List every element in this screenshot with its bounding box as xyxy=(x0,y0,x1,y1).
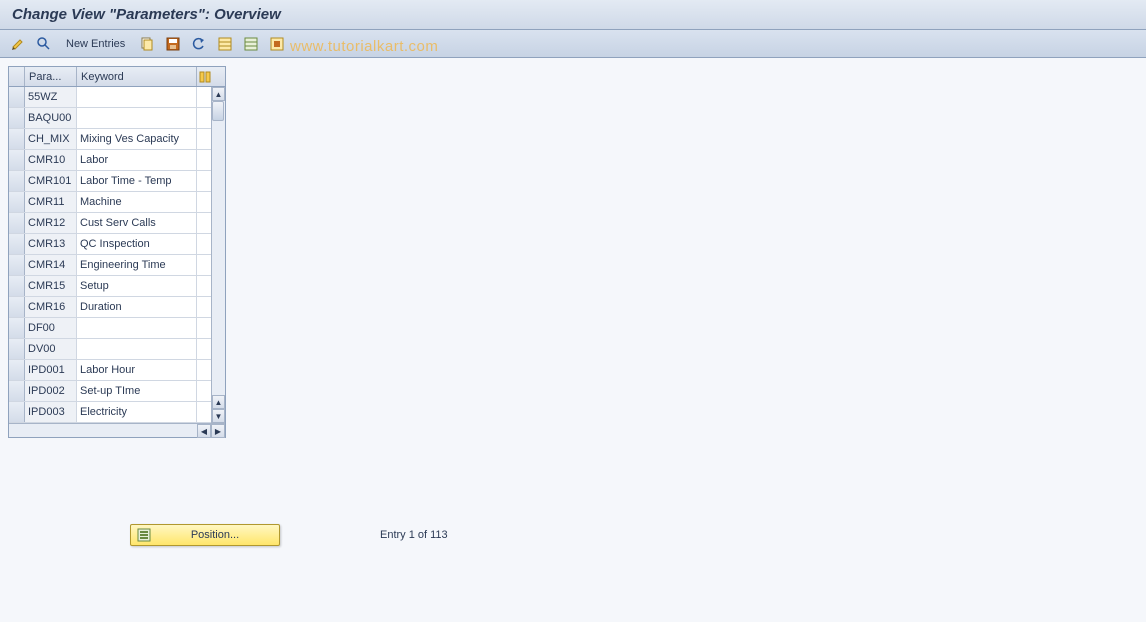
table-row: BAQU00 xyxy=(9,108,225,129)
cell-keyword[interactable]: Labor Time - Temp xyxy=(77,171,197,191)
cell-param[interactable]: CMR10 xyxy=(25,150,77,170)
cell-param[interactable]: DF00 xyxy=(25,318,77,338)
table-row: IPD002Set-up TIme xyxy=(9,381,225,402)
row-selector[interactable] xyxy=(9,192,25,212)
row-selector[interactable] xyxy=(9,108,25,128)
position-label: Position... xyxy=(157,529,273,541)
parameters-table: Para... Keyword 55WZBAQU00CH_MIXMixing V… xyxy=(8,66,226,438)
cell-keyword[interactable]: Labor xyxy=(77,150,197,170)
table-row: DF00 xyxy=(9,318,225,339)
table-row: 55WZ xyxy=(9,87,225,108)
cell-keyword[interactable]: QC Inspection xyxy=(77,234,197,254)
cell-keyword[interactable]: Set-up TIme xyxy=(77,381,197,401)
cell-param[interactable]: CMR16 xyxy=(25,297,77,317)
row-selector[interactable] xyxy=(9,255,25,275)
row-selector[interactable] xyxy=(9,150,25,170)
find-icon[interactable] xyxy=(34,34,54,54)
footer: Position... Entry 1 of 113 xyxy=(130,524,448,546)
table-row: CMR13QC Inspection xyxy=(9,234,225,255)
table-row: IPD003Electricity xyxy=(9,402,225,423)
cell-param[interactable]: CMR11 xyxy=(25,192,77,212)
cell-param[interactable]: DV00 xyxy=(25,339,77,359)
column-header-keyword[interactable]: Keyword xyxy=(77,67,197,86)
cell-keyword[interactable]: Mixing Ves Capacity xyxy=(77,129,197,149)
row-selector[interactable] xyxy=(9,297,25,317)
cell-param[interactable]: CMR101 xyxy=(25,171,77,191)
scroll-track[interactable] xyxy=(212,101,225,395)
horizontal-scrollbar[interactable]: ◀ ▶ xyxy=(9,423,225,437)
cell-param[interactable]: IPD001 xyxy=(25,360,77,380)
cell-param[interactable]: 55WZ xyxy=(25,87,77,107)
table-row: CMR14Engineering Time xyxy=(9,255,225,276)
scroll-up-icon[interactable]: ▲ xyxy=(212,87,225,101)
row-selector[interactable] xyxy=(9,402,25,422)
scroll-up-page-icon[interactable]: ▲ xyxy=(212,395,225,409)
undo-icon[interactable] xyxy=(189,34,209,54)
toolbar: New Entries xyxy=(0,30,1146,58)
table-row: CMR15Setup xyxy=(9,276,225,297)
cell-param[interactable]: IPD003 xyxy=(25,402,77,422)
row-selector[interactable] xyxy=(9,234,25,254)
row-selector[interactable] xyxy=(9,381,25,401)
cell-param[interactable]: BAQU00 xyxy=(25,108,77,128)
row-selector[interactable] xyxy=(9,318,25,338)
cell-param[interactable]: CMR12 xyxy=(25,213,77,233)
table-config-icon[interactable] xyxy=(197,67,213,86)
cell-param[interactable]: IPD002 xyxy=(25,381,77,401)
select-all-column[interactable] xyxy=(9,67,25,86)
table-row: IPD001Labor Hour xyxy=(9,360,225,381)
table-row: CMR11Machine xyxy=(9,192,225,213)
delimit-icon[interactable] xyxy=(267,34,287,54)
cell-keyword[interactable]: Machine xyxy=(77,192,197,212)
row-selector[interactable] xyxy=(9,213,25,233)
cell-keyword[interactable]: Engineering Time xyxy=(77,255,197,275)
cell-keyword[interactable]: Duration xyxy=(77,297,197,317)
column-header-param[interactable]: Para... xyxy=(25,67,77,86)
cell-keyword[interactable] xyxy=(77,108,197,128)
table-row: CMR101Labor Time - Temp xyxy=(9,171,225,192)
table-row: DV00 xyxy=(9,339,225,360)
position-button[interactable]: Position... xyxy=(130,524,280,546)
cell-keyword[interactable] xyxy=(77,318,197,338)
deselect-all-icon[interactable] xyxy=(241,34,261,54)
new-entries-button[interactable]: New Entries xyxy=(60,36,131,52)
row-selector[interactable] xyxy=(9,129,25,149)
cell-param[interactable]: CMR13 xyxy=(25,234,77,254)
page-title: Change View "Parameters": Overview xyxy=(0,0,1146,30)
cell-param[interactable]: CMR14 xyxy=(25,255,77,275)
table-row: CMR16Duration xyxy=(9,297,225,318)
table-body: 55WZBAQU00CH_MIXMixing Ves CapacityCMR10… xyxy=(9,87,225,423)
cell-keyword[interactable]: Cust Serv Calls xyxy=(77,213,197,233)
position-icon xyxy=(137,528,151,542)
table-row: CH_MIXMixing Ves Capacity xyxy=(9,129,225,150)
cell-keyword[interactable]: Electricity xyxy=(77,402,197,422)
entry-status: Entry 1 of 113 xyxy=(380,529,448,541)
select-all-icon[interactable] xyxy=(215,34,235,54)
copy-icon[interactable] xyxy=(137,34,157,54)
row-selector[interactable] xyxy=(9,360,25,380)
row-selector[interactable] xyxy=(9,339,25,359)
row-selector[interactable] xyxy=(9,276,25,296)
scroll-down-icon[interactable]: ▼ xyxy=(212,409,225,423)
change-display-icon[interactable] xyxy=(8,34,28,54)
vertical-scrollbar[interactable]: ▲ ▲ ▼ xyxy=(211,87,225,423)
scroll-thumb[interactable] xyxy=(212,101,224,121)
row-selector[interactable] xyxy=(9,87,25,107)
table-row: CMR10Labor xyxy=(9,150,225,171)
cell-keyword[interactable]: Setup xyxy=(77,276,197,296)
cell-keyword[interactable] xyxy=(77,339,197,359)
row-selector[interactable] xyxy=(9,171,25,191)
cell-keyword[interactable] xyxy=(77,87,197,107)
cell-param[interactable]: CH_MIX xyxy=(25,129,77,149)
save-icon[interactable] xyxy=(163,34,183,54)
cell-param[interactable]: CMR15 xyxy=(25,276,77,296)
cell-keyword[interactable]: Labor Hour xyxy=(77,360,197,380)
table-header: Para... Keyword xyxy=(9,67,225,87)
scroll-left-icon[interactable]: ◀ xyxy=(197,424,211,438)
table-row: CMR12Cust Serv Calls xyxy=(9,213,225,234)
scroll-right-icon[interactable]: ▶ xyxy=(211,424,225,438)
